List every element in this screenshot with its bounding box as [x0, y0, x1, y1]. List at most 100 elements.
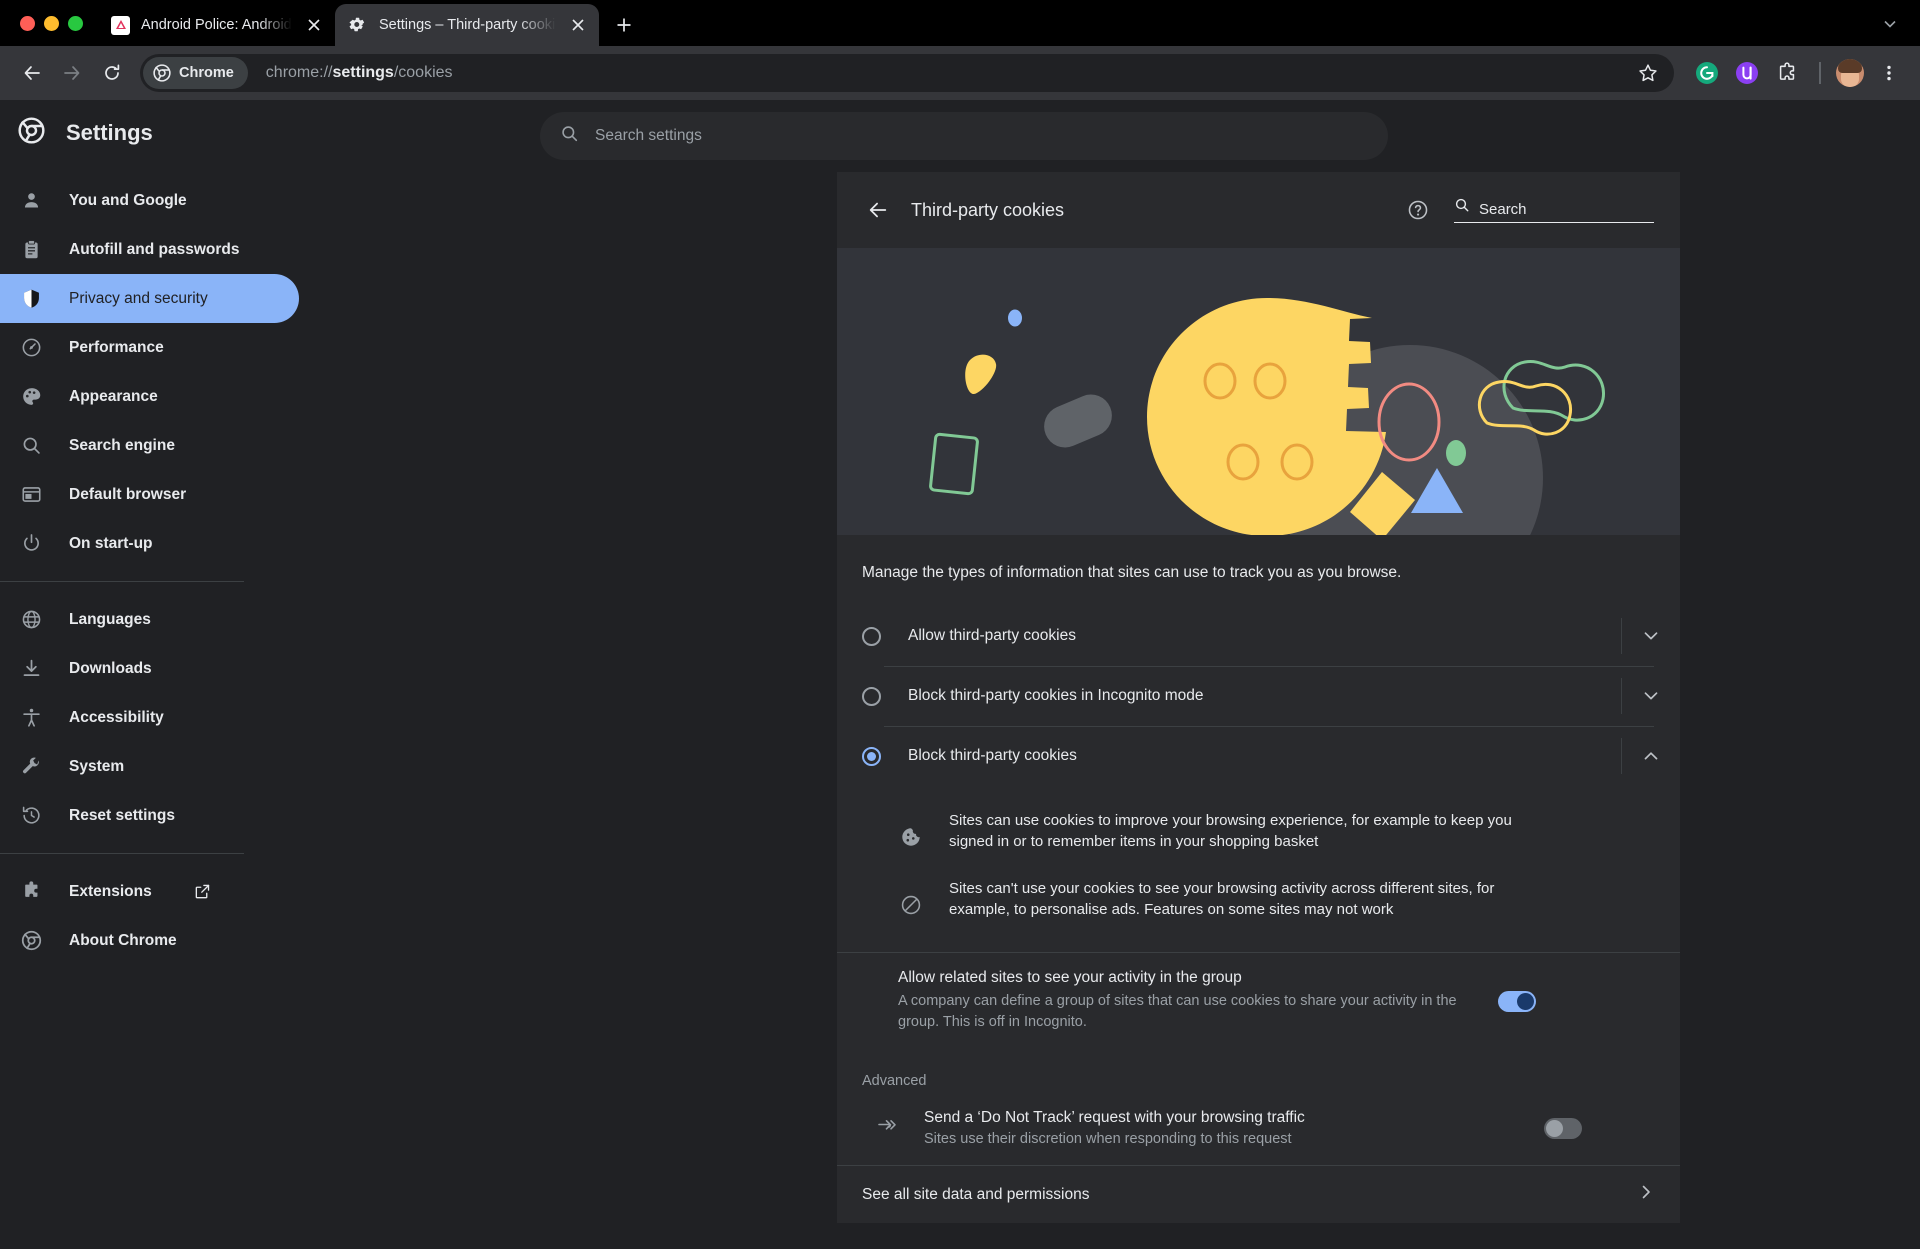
sidebar-item-label: About Chrome: [69, 931, 177, 949]
sidebar-item-extensions[interactable]: Extensions: [0, 867, 299, 916]
speedometer-icon: [20, 336, 43, 359]
back-arrow-icon[interactable]: [859, 191, 897, 229]
wrench-icon: [20, 755, 43, 778]
do-not-track-title: Send a ‘Do Not Track’ request with your …: [924, 1109, 1305, 1126]
tab-strip: Android Police: Android news Settings – …: [0, 0, 1920, 46]
third-party-cookies-card: Third-party cookies Search Manage the ty…: [837, 172, 1680, 1223]
forward-arrow-icon[interactable]: [54, 55, 90, 91]
related-sites-toggle[interactable]: [1498, 990, 1536, 1012]
advanced-section-label: Advanced: [862, 1073, 927, 1089]
window-traffic-lights: [14, 0, 97, 46]
page-search-input[interactable]: Search: [1454, 197, 1654, 223]
new-tab-button[interactable]: [607, 8, 641, 42]
radio-button[interactable]: [862, 626, 881, 646]
three-dot-menu-icon[interactable]: [1872, 56, 1906, 90]
extensions-puzzle-icon[interactable]: [1770, 56, 1804, 90]
reload-icon[interactable]: [94, 55, 130, 91]
profile-avatar[interactable]: [1836, 59, 1864, 87]
history-restore-icon: [20, 804, 43, 827]
sidebar-item-performance[interactable]: Performance: [0, 323, 299, 372]
sidebar-item-downloads[interactable]: Downloads: [0, 644, 299, 693]
sidebar-item-label: Downloads: [69, 659, 152, 677]
sidebar-item-default-browser[interactable]: Default browser: [0, 470, 299, 519]
chevron-down-icon[interactable]: [1876, 10, 1904, 38]
window-maximize-button[interactable]: [68, 15, 83, 31]
do-not-track-text: Send a ‘Do Not Track’ request with your …: [924, 1109, 1544, 1147]
see-all-site-data-row[interactable]: See all site data and permissions: [837, 1165, 1680, 1223]
tab-close-button[interactable]: [567, 14, 589, 36]
page-title: Settings: [66, 120, 153, 145]
address-bar[interactable]: Chrome chrome://settings/cookies: [140, 54, 1674, 92]
option-block-third-party-cookies-incognito[interactable]: Block third-party cookies in Incognito m…: [837, 666, 1680, 726]
chevron-up-icon[interactable]: [1622, 726, 1680, 786]
sidebar-item-reset-settings[interactable]: Reset settings: [0, 791, 299, 840]
chrome-logo-icon: [20, 929, 43, 952]
chevron-down-icon[interactable]: [1622, 606, 1680, 666]
sidebar-item-label: Appearance: [69, 387, 158, 405]
chrome-logo-icon: [153, 64, 171, 82]
search-input[interactable]: Search settings: [540, 112, 1388, 160]
sidebar-item-label: System: [69, 757, 125, 775]
sidebar-item-autofill-and-passwords[interactable]: Autofill and passwords: [0, 225, 299, 274]
cookie-icon: [898, 824, 924, 850]
sidebar-item-system[interactable]: System: [0, 742, 299, 791]
toolbar-separator: [1819, 62, 1821, 84]
shield-icon: [20, 287, 43, 310]
grammarly-extension-icon[interactable]: [1690, 56, 1724, 90]
tab-android-police[interactable]: Android Police: Android news: [97, 4, 335, 46]
sidebar-item-on-start-up[interactable]: On start-up: [0, 519, 299, 568]
window-close-button[interactable]: [20, 15, 35, 31]
chrome-origin-chip[interactable]: Chrome: [143, 57, 248, 89]
radio-button[interactable]: [862, 746, 881, 766]
android-police-favicon: [111, 15, 130, 35]
help-circle-icon[interactable]: [1402, 194, 1434, 226]
sidebar-item-label: Languages: [69, 610, 151, 628]
sidebar-item-about-chrome[interactable]: About Chrome: [0, 916, 299, 965]
external-link-icon[interactable]: [194, 883, 211, 900]
purple-extension-icon[interactable]: [1730, 56, 1764, 90]
cookie-illustration: [837, 248, 1680, 535]
sidebar-divider: [0, 853, 244, 854]
option-allow-third-party-cookies[interactable]: Allow third-party cookies: [837, 606, 1680, 666]
sidebar-item-label: Accessibility: [69, 708, 164, 726]
window-minimize-button[interactable]: [44, 15, 59, 31]
sidebar-item-appearance[interactable]: Appearance: [0, 372, 299, 421]
radio-button[interactable]: [862, 686, 881, 706]
sidebar-item-privacy-and-security[interactable]: Privacy and security: [0, 274, 299, 323]
url-text[interactable]: chrome://settings/cookies: [248, 64, 1630, 82]
tab-title: Android Police: Android news: [141, 17, 292, 33]
sidebar-item-accessibility[interactable]: Accessibility: [0, 693, 299, 742]
sidebar-item-label: Privacy and security: [69, 289, 208, 307]
see-all-label: See all site data and permissions: [862, 1185, 1090, 1203]
tab-close-button[interactable]: [303, 14, 325, 36]
sidebar-item-languages[interactable]: Languages: [0, 595, 299, 644]
option-label: Block third-party cookies in Incognito m…: [908, 687, 1204, 704]
chevron-right-icon[interactable]: [1638, 1184, 1654, 1205]
sidebar-nav-group-2: Languages Downloads Accessibility System…: [0, 595, 299, 840]
detail-text: Sites can use cookies to improve your br…: [949, 812, 1512, 850]
do-not-track-row[interactable]: Send a ‘Do Not Track’ request with your …: [837, 1095, 1680, 1165]
palette-icon: [20, 385, 43, 408]
option-block-third-party-cookies[interactable]: Block third-party cookies: [837, 726, 1680, 786]
sidebar-item-label: Autofill and passwords: [69, 240, 240, 258]
chevron-down-icon[interactable]: [1622, 666, 1680, 726]
card-title: Third-party cookies: [911, 199, 1065, 220]
sidebar-item-label: Default browser: [69, 485, 187, 503]
sidebar-item-search-engine[interactable]: Search engine: [0, 421, 299, 470]
settings-gear-favicon: [349, 16, 368, 35]
chrome-chip-label: Chrome: [179, 65, 234, 81]
bookmark-star-icon[interactable]: [1630, 55, 1666, 91]
do-not-track-toggle[interactable]: [1544, 1117, 1582, 1139]
tab-settings[interactable]: Settings – Third-party cookie: [335, 4, 599, 46]
related-sites-subtitle: A company can define a group of sites th…: [898, 993, 1457, 1030]
search-placeholder: Search settings: [595, 127, 702, 144]
detail-row: Sites can use cookies to improve your br…: [862, 798, 1654, 866]
expanded-details: Sites can use cookies to improve your br…: [837, 786, 1680, 944]
search-settings-row: Search settings: [299, 100, 1920, 172]
related-sites-text: Allow related sites to see your activity…: [898, 969, 1498, 1033]
back-arrow-icon[interactable]: [14, 55, 50, 91]
download-icon: [20, 657, 43, 680]
related-sites-row[interactable]: Allow related sites to see your activity…: [837, 952, 1680, 1055]
browser-window-icon: [20, 483, 43, 506]
sidebar-item-you-and-google[interactable]: You and Google: [0, 176, 299, 225]
